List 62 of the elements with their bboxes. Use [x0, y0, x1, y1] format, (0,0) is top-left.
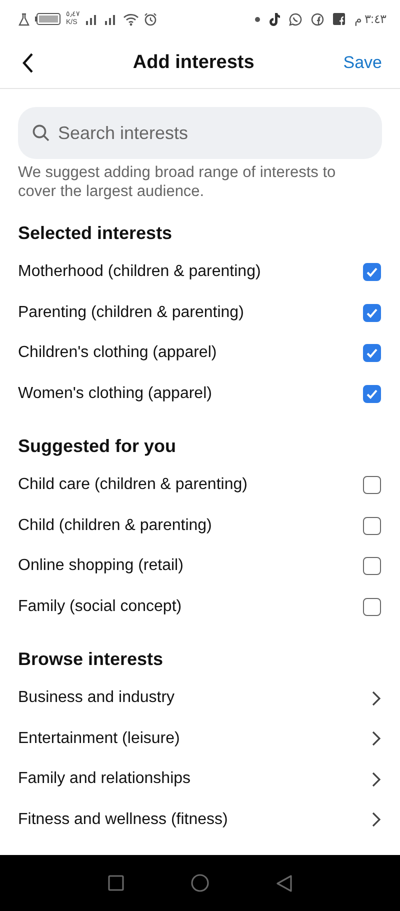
triangle-back-icon[interactable] — [276, 874, 292, 892]
signal-icon — [104, 13, 118, 25]
section-heading: Selected interests — [18, 223, 174, 244]
square-nav-icon[interactable] — [108, 875, 124, 891]
interest-label: Parenting (children & parenting) — [18, 304, 244, 322]
search-field[interactable]: Search interests — [18, 107, 382, 159]
checkbox[interactable] — [363, 263, 381, 282]
checkbox[interactable] — [363, 557, 381, 576]
circle-nav-icon[interactable] — [190, 874, 209, 892]
section-heading: Browse interests — [18, 649, 164, 670]
interest-row[interactable]: Women's clothing (apparel) — [18, 374, 382, 414]
category-label: Fitness and wellness (fitness) — [18, 810, 228, 829]
wifi-icon — [123, 12, 139, 26]
dot-icon — [255, 16, 260, 22]
page-title: Add interests — [132, 52, 256, 74]
category-row[interactable]: Family and relationships — [18, 759, 382, 800]
interest-row[interactable]: Child (children & parenting) — [18, 506, 382, 546]
check-icon — [365, 346, 379, 360]
letter-circle-icon — [311, 12, 324, 26]
interest-row[interactable]: Children's clothing (apparel) — [18, 333, 382, 374]
interest-row[interactable]: Parenting (children & parenting) — [18, 292, 382, 333]
interest-label: Women's clothing (apparel) — [18, 384, 212, 403]
interest-row[interactable]: Child care (children & parenting) — [18, 465, 382, 506]
chevron-right-icon — [372, 731, 381, 746]
interest-label: Child (children & parenting) — [18, 516, 212, 535]
signal-icon — [85, 13, 99, 25]
chevron-right-icon — [372, 812, 381, 828]
flask-icon — [18, 12, 30, 26]
interest-label: Motherhood (children & parenting) — [18, 263, 261, 282]
square-logo-icon — [333, 13, 346, 25]
category-label: Business and industry — [18, 689, 175, 708]
music-note-icon — [269, 12, 280, 26]
interest-label: Children's clothing (apparel) — [18, 344, 217, 362]
interest-label: Child care (children & parenting) — [18, 476, 248, 494]
checkbox[interactable] — [363, 384, 381, 403]
checkbox[interactable] — [363, 304, 381, 322]
search-icon — [32, 124, 50, 142]
section-heading: Suggested for you — [18, 436, 178, 457]
save-button[interactable]: Save — [343, 53, 382, 73]
checkbox[interactable] — [363, 344, 381, 362]
chevron-right-icon — [372, 772, 381, 787]
category-row[interactable]: Fitness and wellness (fitness) — [18, 800, 382, 840]
interest-label: Online shopping (retail) — [18, 557, 184, 576]
interest-row[interactable]: Online shopping (retail) — [18, 546, 382, 586]
back-button[interactable] — [22, 53, 34, 73]
clock-time: ٣:٤٣ م — [354, 12, 386, 26]
alarm-icon — [144, 12, 157, 26]
phone-bubble-icon — [289, 12, 302, 26]
interest-row[interactable]: Motherhood (children & parenting) — [18, 252, 382, 292]
category-row[interactable]: Business and industry — [18, 678, 382, 718]
checkbox[interactable] — [363, 598, 381, 616]
checkbox[interactable] — [363, 516, 381, 535]
interest-label: Family (social concept) — [18, 598, 182, 616]
checkbox[interactable] — [363, 476, 381, 494]
category-row[interactable]: Entertainment (leisure) — [18, 718, 382, 759]
category-label: Family and relationships — [18, 770, 191, 788]
hint-text: We suggest adding broad range of interests to cover the largest audience. — [18, 163, 337, 201]
chevron-right-icon — [372, 690, 381, 706]
interest-row[interactable]: Family (social concept) — [18, 586, 382, 627]
check-icon — [365, 265, 379, 280]
battery-icon — [35, 13, 61, 25]
category-label: Entertainment (leisure) — [18, 730, 180, 748]
